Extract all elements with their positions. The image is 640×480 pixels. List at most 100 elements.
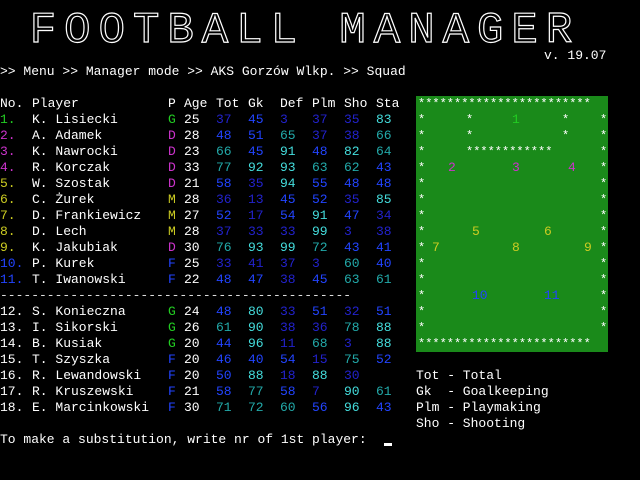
stat-def: 99 xyxy=(280,240,296,255)
legend-item: Tot - Total xyxy=(416,368,502,383)
player-name: A. Adamek xyxy=(32,128,103,143)
stat-plm: 36 xyxy=(312,320,328,335)
pitch-border-left: * xyxy=(418,209,426,223)
player-position: F xyxy=(168,384,176,399)
pitch-player-8: 8 xyxy=(512,240,520,255)
stat-gk: 35 xyxy=(248,176,264,191)
stat-def: 38 xyxy=(280,272,296,287)
stat-plm: 7 xyxy=(312,384,320,399)
header-player: Player xyxy=(32,96,79,111)
stat-tot: 44 xyxy=(216,336,232,351)
pitch-player-3: 3 xyxy=(512,160,520,175)
pitch-player-2: 2 xyxy=(448,160,456,175)
player-position: F xyxy=(168,368,176,383)
stat-tot: 76 xyxy=(216,240,232,255)
player-number: 17. xyxy=(0,384,24,399)
pitch-border-right: * xyxy=(600,321,608,335)
stat-gk: 88 xyxy=(248,368,264,383)
pitch-border-right: * xyxy=(600,273,608,287)
player-age: 20 xyxy=(184,336,200,351)
bench-separator: ----------------------------------------… xyxy=(0,288,352,303)
pitch-border-left: * xyxy=(418,305,426,319)
player-number: 12. xyxy=(0,304,24,319)
player-number: 2. xyxy=(0,128,16,143)
player-number: 11. xyxy=(0,272,24,287)
stat-def: 45 xyxy=(280,192,296,207)
logo-text: FOOTBALL MANAGER xyxy=(30,6,580,50)
stat-sta: 34 xyxy=(376,208,392,223)
stat-tot: 50 xyxy=(216,368,232,383)
player-number: 16. xyxy=(0,368,24,383)
pitch-border-right: * xyxy=(600,113,608,127)
stat-tot: 48 xyxy=(216,304,232,319)
stat-tot: 37 xyxy=(216,112,232,127)
stat-sta: 41 xyxy=(376,240,392,255)
player-number: 15. xyxy=(0,352,24,367)
player-name: D. Frankiewicz xyxy=(32,208,142,223)
player-age: 26 xyxy=(184,320,200,335)
pitch-player-11: 11 xyxy=(544,288,560,303)
player-number: 13. xyxy=(0,320,24,335)
stat-tot: 77 xyxy=(216,160,232,175)
stat-tot: 71 xyxy=(216,400,232,415)
player-number: 14. xyxy=(0,336,24,351)
player-number: 18. xyxy=(0,400,24,415)
header-shooting: Sho xyxy=(344,96,368,111)
stat-gk: 51 xyxy=(248,128,264,143)
player-name: P. Kurek xyxy=(32,256,95,271)
pitch-player-10: 10 xyxy=(472,288,488,303)
stat-def: 94 xyxy=(280,176,296,191)
stat-def: 3 xyxy=(280,112,288,127)
stat-plm: 55 xyxy=(312,176,328,191)
stat-plm: 63 xyxy=(312,160,328,175)
pitch-border-right: * xyxy=(600,209,608,223)
player-name: C. Żurek xyxy=(32,192,95,207)
stat-sho: 35 xyxy=(344,112,360,127)
stat-def: 91 xyxy=(280,144,296,159)
stat-gk: 72 xyxy=(248,400,264,415)
player-position: G xyxy=(168,320,176,335)
stat-plm: 45 xyxy=(312,272,328,287)
player-name: R. Kruszewski xyxy=(32,384,134,399)
stat-sta: 85 xyxy=(376,192,392,207)
header-defense: Def xyxy=(280,96,304,111)
stat-def: 33 xyxy=(280,224,296,239)
goal-box-line: ************ xyxy=(466,145,553,159)
goal-box-mark: * xyxy=(562,113,570,127)
pitch-player-4: 4 xyxy=(568,160,576,175)
pitch-border-right: * xyxy=(600,305,608,319)
text-cursor[interactable] xyxy=(384,443,392,446)
player-age: 21 xyxy=(184,176,200,191)
stat-sho: 63 xyxy=(344,272,360,287)
stat-sho: 75 xyxy=(344,352,360,367)
pitch-player-9: 9 xyxy=(584,240,592,255)
player-age: 24 xyxy=(184,304,200,319)
stat-sta: 83 xyxy=(376,112,392,127)
player-name: B. Kusiak xyxy=(32,336,103,351)
stat-plm: 68 xyxy=(312,336,328,351)
legend-item: Sho - Shooting xyxy=(416,416,526,431)
player-age: 22 xyxy=(184,272,200,287)
stat-sta: 88 xyxy=(376,320,392,335)
stat-sho: 60 xyxy=(344,256,360,271)
stat-sho: 47 xyxy=(344,208,360,223)
stat-plm: 52 xyxy=(312,192,328,207)
player-name: K. Jakubiak xyxy=(32,240,118,255)
stat-def: 54 xyxy=(280,208,296,223)
stat-tot: 36 xyxy=(216,192,232,207)
pitch-border-right: * xyxy=(600,177,608,191)
stat-sho: 32 xyxy=(344,304,360,319)
formation-pitch: ************************ ****************… xyxy=(416,96,608,352)
stat-sho: 82 xyxy=(344,144,360,159)
goal-box-mark: * xyxy=(466,129,474,143)
pitch-border-left: * xyxy=(418,177,426,191)
player-position: D xyxy=(168,160,176,175)
pitch-border-left: * xyxy=(418,225,426,239)
pitch-border-right: * xyxy=(600,193,608,207)
player-name: R. Lewandowski xyxy=(32,368,142,383)
player-number: 4. xyxy=(0,160,16,175)
player-position: G xyxy=(168,112,176,127)
breadcrumb: >> Menu >> Manager mode >> AKS Gorzów Wl… xyxy=(0,64,406,79)
stat-plm: 56 xyxy=(312,400,328,415)
pitch-player-5: 5 xyxy=(472,224,480,239)
